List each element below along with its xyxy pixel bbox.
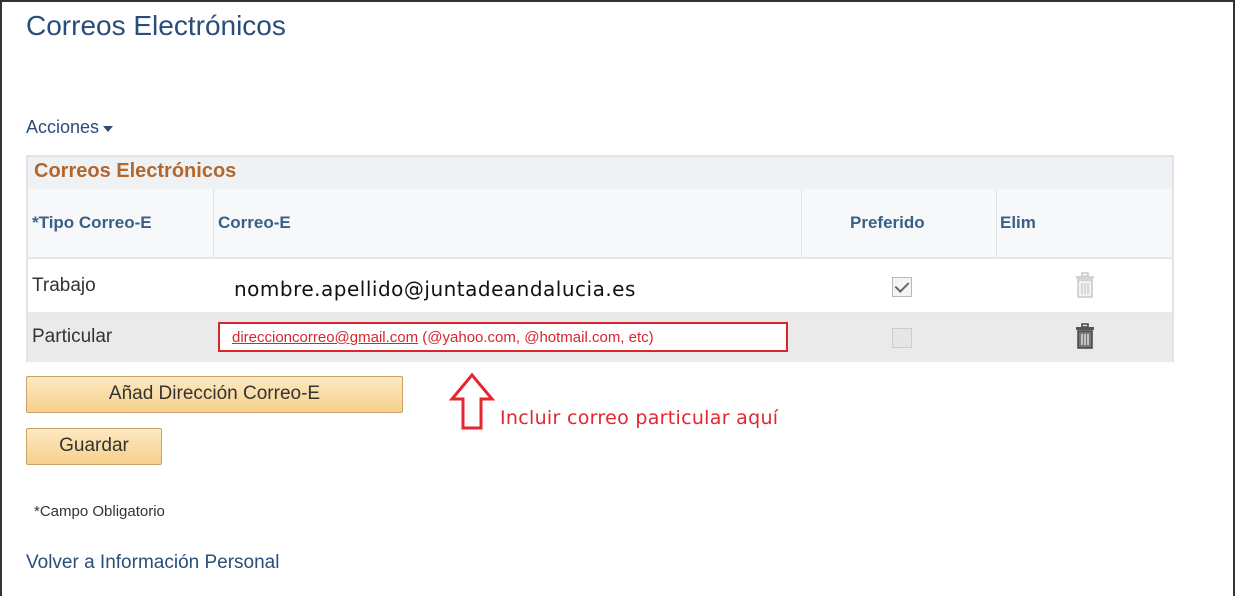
- back-to-personal-info-link[interactable]: Volver a Información Personal: [26, 552, 279, 574]
- column-header-delete: Elim: [1000, 213, 1036, 232]
- column-header-preferred: Preferido: [850, 213, 925, 232]
- trash-icon[interactable]: [1075, 323, 1095, 349]
- email-field-value: direccioncorreo@gmail.com: [232, 329, 419, 346]
- trash-icon: [1076, 272, 1094, 298]
- column-divider: [996, 189, 997, 259]
- preferred-checkbox[interactable]: [892, 277, 912, 297]
- grid-title-bar: Correos Electrónicos: [28, 157, 1172, 190]
- required-field-note: *Campo Obligatorio: [34, 503, 165, 520]
- arrow-up-icon: [449, 372, 495, 430]
- column-header-email: Correo-E: [218, 213, 291, 232]
- annotation-text: Incluir correo particular aquí: [500, 407, 779, 429]
- grid-title: Correos Electrónicos: [34, 160, 237, 182]
- actions-menu-label: Acciones: [26, 117, 100, 137]
- save-button[interactable]: Guardar: [26, 428, 162, 465]
- email-grid: Correos Electrónicos *Tipo Correo-E Corr…: [26, 155, 1174, 362]
- actions-menu[interactable]: Acciones: [26, 117, 114, 138]
- add-email-button[interactable]: Añad Dirección Correo-E: [26, 376, 403, 413]
- email-type-cell: Trabajo: [32, 275, 96, 296]
- table-row: Trabajo nombre.apellido@juntadeandalucia…: [28, 261, 1172, 313]
- email-field[interactable]: direccioncorreo@gmail.com (@yahoo.com, @…: [218, 322, 788, 352]
- email-value: nombre.apellido@juntadeandalucia.es: [234, 277, 636, 301]
- email-field-hint: (@yahoo.com, @hotmail.com, etc): [418, 329, 654, 346]
- column-header-type: *Tipo Correo-E: [32, 213, 152, 232]
- page-title: Correos Electrónicos: [26, 10, 286, 41]
- grid-header-row: *Tipo Correo-E Correo-E Preferido Elim: [28, 189, 1172, 259]
- caret-down-icon: [103, 125, 114, 132]
- email-type-cell: Particular: [32, 326, 113, 347]
- table-row: Particular direccioncorreo@gmail.com (@y…: [28, 313, 1172, 362]
- column-divider: [801, 189, 802, 259]
- column-divider: [213, 189, 214, 259]
- preferred-checkbox[interactable]: [892, 328, 912, 348]
